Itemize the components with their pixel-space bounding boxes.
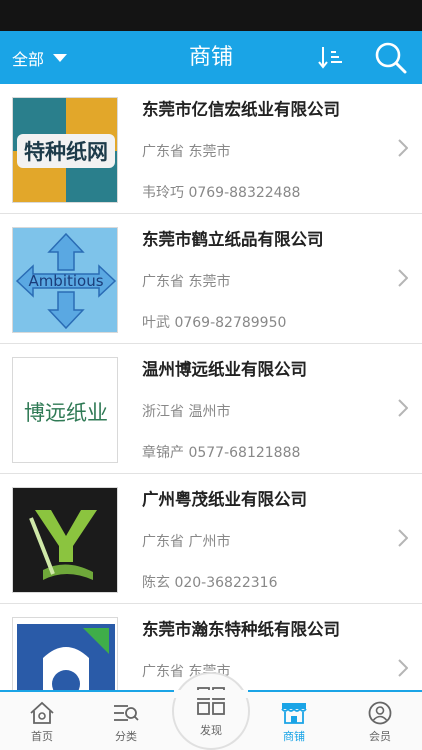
chevron-right-icon bbox=[398, 659, 408, 677]
shop-region: 广东省 东莞市 bbox=[142, 144, 231, 160]
shop-logo: Ambitious bbox=[12, 227, 118, 333]
shop-name: 东莞市瀚东特种纸有限公司 bbox=[142, 620, 340, 639]
shop-logo: 博远纸业 bbox=[12, 357, 118, 463]
chevron-right-icon bbox=[398, 269, 408, 287]
shop-logo bbox=[12, 617, 118, 690]
shop-logo: 特种纸网 bbox=[12, 97, 118, 203]
tab-home[interactable]: 首页 bbox=[0, 692, 84, 750]
shop-name: 广州粤茂纸业有限公司 bbox=[142, 490, 307, 509]
tab-discover[interactable]: 发现 bbox=[172, 672, 250, 750]
shop-region: 广东省 广州市 bbox=[142, 534, 231, 550]
search-icon[interactable] bbox=[374, 41, 408, 75]
sort-icon[interactable] bbox=[318, 44, 344, 70]
shop-contact: 叶武 0769-82789950 bbox=[142, 315, 287, 331]
logo-text: 博远纸业 bbox=[24, 401, 108, 425]
tab-member[interactable]: 会员 bbox=[338, 692, 422, 750]
status-bar bbox=[0, 0, 422, 31]
shop-name: 东莞市亿信宏纸业有限公司 bbox=[142, 100, 340, 119]
logo-text: 特种纸网 bbox=[24, 140, 108, 164]
logo-text: Ambitious bbox=[28, 272, 103, 290]
shop-contact: 韦玲巧 0769-88322488 bbox=[142, 185, 301, 201]
shop-logo bbox=[12, 487, 118, 593]
tab-label: 分类 bbox=[115, 730, 137, 743]
store-icon bbox=[281, 703, 307, 724]
header-bar: 商铺 全部 bbox=[0, 31, 422, 84]
chevron-right-icon bbox=[398, 399, 408, 417]
region-filter-dropdown[interactable]: 全部 bbox=[12, 31, 68, 84]
shop-contact: 陈玄 020-36822316 bbox=[142, 575, 278, 591]
tab-label: 商铺 bbox=[283, 730, 305, 743]
shop-list-item[interactable]: Ambitious 东莞市鹤立纸品有限公司 广东省 东莞市 叶武 0769-82… bbox=[0, 214, 422, 344]
tab-store[interactable]: 商铺 bbox=[252, 692, 336, 750]
shop-list-item[interactable]: 特种纸网 东莞市亿信宏纸业有限公司 广东省 东莞市 韦玲巧 0769-88322… bbox=[0, 84, 422, 214]
dropdown-arrow-icon bbox=[53, 53, 68, 62]
shop-contact: 章锦产 0577-68121888 bbox=[142, 445, 301, 461]
chevron-right-icon bbox=[398, 139, 408, 157]
tab-label: 发现 bbox=[200, 724, 222, 737]
shop-region: 广东省 东莞市 bbox=[142, 274, 231, 290]
filter-label: 全部 bbox=[12, 49, 45, 69]
shop-name: 东莞市鹤立纸品有限公司 bbox=[142, 230, 324, 249]
tab-category[interactable]: 分类 bbox=[84, 692, 168, 750]
category-icon bbox=[114, 705, 139, 721]
shop-list: 特种纸网 东莞市亿信宏纸业有限公司 广东省 东莞市 韦玲巧 0769-88322… bbox=[0, 84, 422, 690]
tab-bar-divider-cover bbox=[174, 690, 248, 698]
shop-name: 温州博远纸业有限公司 bbox=[142, 360, 307, 379]
tab-label: 首页 bbox=[31, 730, 53, 743]
shop-list-item[interactable]: 博远纸业 温州博远纸业有限公司 浙江省 温州市 章锦产 0577-6812188… bbox=[0, 344, 422, 474]
tab-label: 会员 bbox=[369, 730, 391, 743]
shop-region: 浙江省 温州市 bbox=[142, 404, 231, 420]
user-icon bbox=[368, 701, 392, 725]
chevron-right-icon bbox=[398, 529, 408, 547]
home-icon bbox=[30, 701, 54, 724]
shop-list-item[interactable]: 广州粤茂纸业有限公司 广东省 广州市 陈玄 020-36822316 bbox=[0, 474, 422, 604]
